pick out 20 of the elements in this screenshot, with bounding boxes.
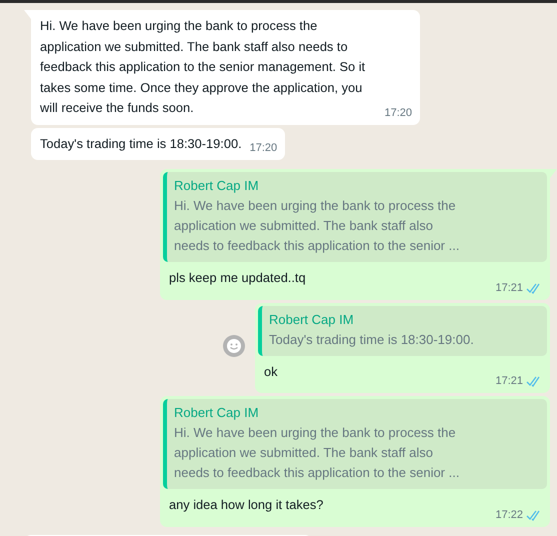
quote-text: Hi. We have been urging the bank to process the application we submitted. The bank staff also needs to feedback this application to the senior ... xyxy=(174,424,460,482)
message-text: pls keep me updated..tq xyxy=(169,269,306,287)
message-text: Hi. We have been urging the bank to process the application we submitted. The bank staff also needs to feedback this application to the senior management. So it takes some time. Once they approve the application, you will receive the funds soon. xyxy=(40,17,366,117)
quote-text: Hi. We have been urging the bank to process the application we submitted. The bank staff also needs to feedback this application to the senior ... xyxy=(174,197,460,255)
message-time: 17:20 xyxy=(384,106,412,120)
quote-text: Today's trading time is 18:30-19:00. xyxy=(269,330,475,349)
quoted-message[interactable]: Robert Cap IM Today's trading time is 18:30-19:00. xyxy=(258,306,547,356)
message-time: 17:20 xyxy=(250,141,278,156)
emoji-icon[interactable] xyxy=(222,334,246,358)
quote-author: Robert Cap IM xyxy=(174,177,260,195)
message-time: 17:21 xyxy=(495,280,523,296)
quoted-message[interactable]: Robert Cap IM Hi. We have been urging the bank to process the application we submitted. The bank staff also needs to feedback this application to the senior ... xyxy=(163,172,547,262)
message-text: any idea how long it takes? xyxy=(169,496,324,514)
quote-author: Robert Cap IM xyxy=(174,404,260,422)
message-time: 17:22 xyxy=(495,508,523,522)
message-text: Today's trading time is 18:30-19:00. xyxy=(40,134,242,153)
message-text: ok xyxy=(264,362,278,380)
quoted-message[interactable]: Robert Cap IM Hi. We have been urging the bank to process the application we submitted. The bank staff also needs to feedback this application to the senior ... xyxy=(163,399,547,489)
message-time: 17:21 xyxy=(495,374,523,389)
quote-author: Robert Cap IM xyxy=(269,310,355,329)
